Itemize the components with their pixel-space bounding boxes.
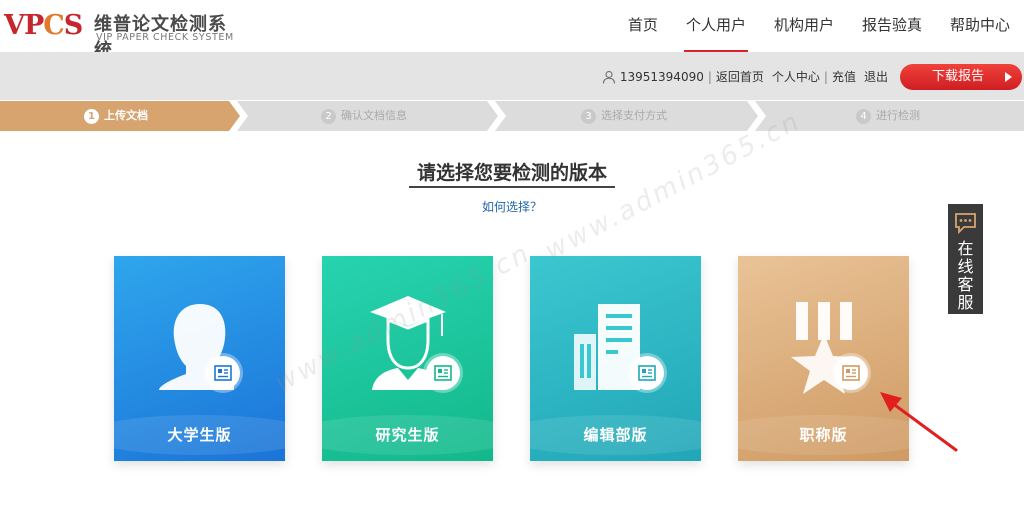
- nav-personal-user[interactable]: 个人用户: [672, 0, 760, 52]
- service-char: 在: [957, 239, 974, 258]
- online-service-label: 在 线 客 服: [948, 240, 983, 312]
- card-undergraduate[interactable]: 大学生版: [114, 256, 285, 461]
- step-confirm: 2 确认文档信息: [321, 101, 407, 131]
- play-arrow-icon: [1005, 72, 1012, 82]
- card-editorial[interactable]: 编辑部版: [530, 256, 701, 461]
- card-label: 研究生版: [375, 426, 440, 444]
- recharge-link[interactable]: 充值: [832, 68, 856, 85]
- main-nav: 首页 个人用户 机构用户 报告验真 帮助中心: [614, 0, 1024, 52]
- user-bar: 13951394090 | 返回首页 个人中心 | 充值 退出 下载报告: [0, 52, 1024, 100]
- separator: |: [823, 69, 828, 84]
- logo-en-name: VIP PAPER CHECK SYSTEM: [96, 32, 234, 43]
- step-label: 进行检测: [876, 109, 920, 122]
- how-to-choose-link[interactable]: 如何选择？: [0, 198, 1024, 215]
- download-report-label: 下载报告: [932, 69, 985, 84]
- step-upload: 1 上传文档: [84, 101, 148, 131]
- newspaper-icon: [638, 365, 656, 381]
- top-header: VPCS 维普论文检测系统 VIP PAPER CHECK SYSTEM 首页 …: [0, 0, 1024, 61]
- user-phone[interactable]: 13951394090: [620, 70, 704, 84]
- separator: |: [707, 69, 712, 84]
- user-links: 13951394090 | 返回首页 个人中心 | 充值 退出: [602, 68, 888, 85]
- step-label: 确认文档信息: [341, 109, 407, 122]
- title-underline: [409, 186, 615, 188]
- nav-report-verify[interactable]: 报告验真: [848, 0, 936, 52]
- nav-home[interactable]: 首页: [614, 0, 672, 52]
- newspaper-icon: [434, 365, 452, 381]
- nav-help-center[interactable]: 帮助中心: [936, 0, 1024, 52]
- step-label: 上传文档: [104, 109, 148, 122]
- document-badge: [630, 356, 664, 390]
- progress-steps: 1 上传文档 2 确认文档信息 3 选择支付方式 4 进行检测: [0, 101, 1024, 131]
- step-label: 选择支付方式: [601, 109, 667, 122]
- step-number: 3: [581, 108, 596, 124]
- service-char: 线: [957, 257, 974, 276]
- user-icon: [602, 70, 615, 84]
- newspaper-icon: [214, 365, 232, 381]
- card-label: 大学生版: [167, 426, 232, 444]
- document-badge: [426, 356, 460, 390]
- online-service-button[interactable]: 在 线 客 服: [948, 204, 983, 314]
- service-char: 客: [957, 275, 974, 294]
- personal-center-link[interactable]: 个人中心: [772, 68, 820, 85]
- logout-link[interactable]: 退出: [864, 68, 888, 85]
- step-number: 4: [856, 108, 871, 124]
- logo-mark: VPCS: [4, 10, 83, 41]
- site-logo[interactable]: VPCS 维普论文检测系统 VIP PAPER CHECK SYSTEM: [4, 8, 244, 61]
- chat-bubble-icon: [955, 213, 976, 234]
- nav-institution-user[interactable]: 机构用户: [760, 0, 848, 52]
- step-number: 1: [84, 108, 99, 124]
- annotation-arrow-icon: [880, 392, 958, 452]
- step-payment: 3 选择支付方式: [581, 101, 667, 131]
- step-detect: 4 进行检测: [856, 101, 920, 131]
- service-char: 服: [957, 293, 974, 312]
- page-title: 请选择您要检测的版本: [416, 162, 607, 184]
- step-number: 2: [321, 108, 336, 124]
- back-home-link[interactable]: 返回首页: [716, 68, 764, 85]
- download-report-button[interactable]: 下载报告: [900, 64, 1022, 90]
- document-badge: [834, 356, 868, 390]
- card-label: 编辑部版: [583, 426, 648, 444]
- document-badge: [206, 356, 240, 390]
- newspaper-icon: [842, 365, 860, 381]
